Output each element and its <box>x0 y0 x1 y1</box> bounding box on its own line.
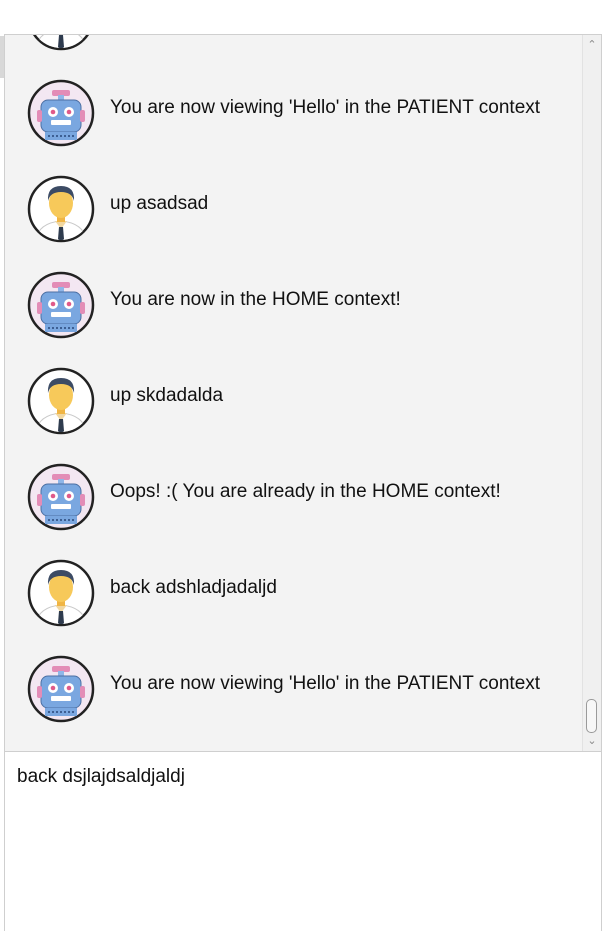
message-text: Oops! :( You are already in the HOME con… <box>110 481 501 502</box>
user-message: back adshladjadaljd <box>5 545 583 641</box>
scroll-up-arrow-icon[interactable]: ⌃ <box>586 39 598 51</box>
message-text: up skdadalda <box>110 385 224 406</box>
robot-avatar-icon <box>27 271 95 339</box>
user-message: up asadsad <box>5 161 583 257</box>
user-message <box>5 35 583 65</box>
scroll-down-arrow-icon[interactable]: ⌄ <box>586 735 598 747</box>
message-list: You are now viewing 'Hello' in the PATIE… <box>5 35 583 737</box>
bot-message: Oops! :( You are already in the HOME con… <box>5 449 583 545</box>
message-text: You are now in the HOME context! <box>110 289 401 310</box>
message-text: You are now viewing 'Hello' in the PATIE… <box>110 673 541 694</box>
message-input[interactable]: back dsjlajdsaldjaldj <box>4 752 602 931</box>
message-text: up asadsad <box>110 193 209 214</box>
robot-avatar-icon <box>27 463 95 531</box>
user-message: up skdadalda <box>5 353 583 449</box>
robot-avatar-icon <box>27 79 95 147</box>
robot-avatar-icon <box>27 655 95 723</box>
scrollbar-thumb[interactable] <box>586 699 597 733</box>
chat-history-panel[interactable]: You are now viewing 'Hello' in the PATIE… <box>4 34 602 752</box>
message-text: You are now viewing 'Hello' in the PATIE… <box>110 97 541 118</box>
user-avatar-icon <box>27 35 95 51</box>
user-avatar-icon <box>27 367 95 435</box>
message-text: back adshladjadaljd <box>110 577 277 598</box>
bot-message: You are now viewing 'Hello' in the PATIE… <box>5 641 583 737</box>
bot-message: You are now viewing 'Hello' in the PATIE… <box>5 65 583 161</box>
chat-scrollbar[interactable]: ⌃ ⌄ <box>582 35 601 751</box>
top-gap <box>0 0 603 34</box>
user-avatar-icon <box>27 175 95 243</box>
message-input-text[interactable]: back dsjlajdsaldjaldj <box>17 766 185 788</box>
bot-message: You are now in the HOME context! <box>5 257 583 353</box>
user-avatar-icon <box>27 559 95 627</box>
